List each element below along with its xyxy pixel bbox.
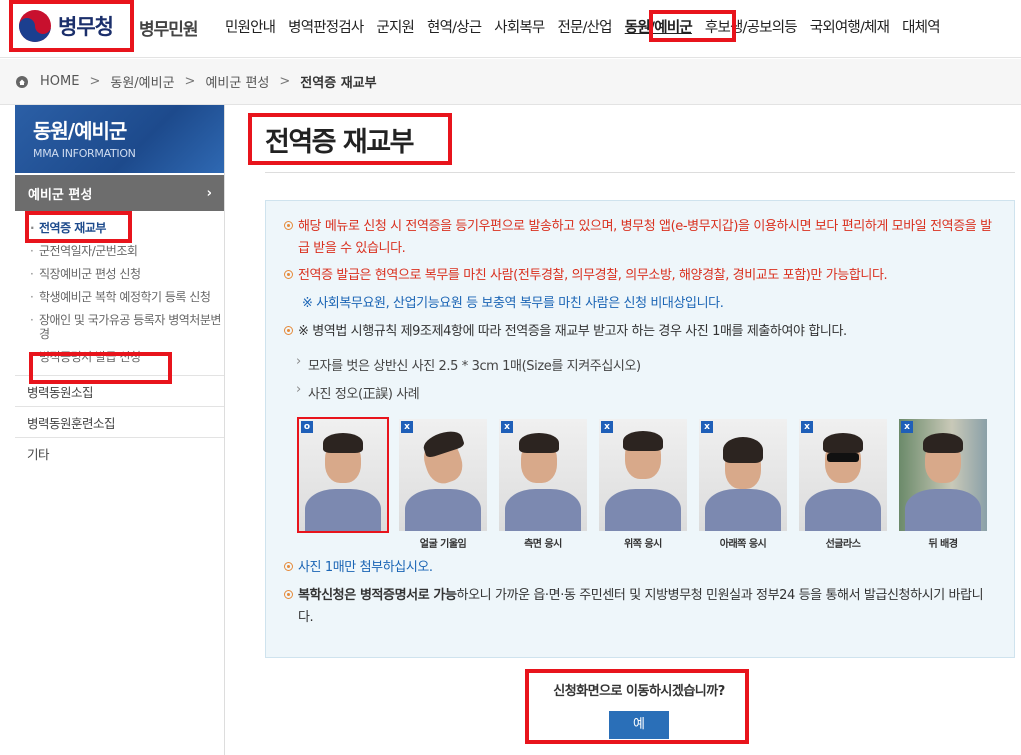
photo-example-tilted: x 얼굴 기울임 [399, 419, 487, 550]
nav-item[interactable]: 국외여행/체재 [810, 16, 890, 37]
wrong-icon: x [601, 421, 613, 433]
photo-caption: 뒤 배경 [928, 539, 958, 550]
wrong-icon: x [801, 421, 813, 433]
photo-examples-label: 사진 정오(正誤) 사례 [296, 382, 420, 402]
nav-item[interactable]: 민원안내 [225, 16, 276, 37]
apply-confirm: 신청화면으로 이동하시겠습니까? 예 [528, 672, 750, 742]
breadcrumb: HOME > 동원/예비군 > 예비군 편성 > 전역증 재교부 [0, 59, 1021, 105]
wrong-icon: x [901, 421, 913, 433]
confirm-question: 신청화면으로 이동하시겠습니까? [553, 684, 725, 699]
photo-caption [299, 535, 387, 549]
sidebar-category-reserve[interactable]: 예비군 편성 › [15, 175, 224, 211]
breadcrumb-separator: > [279, 74, 291, 89]
breadcrumb-current: 전역증 재교부 [300, 76, 377, 91]
breadcrumb-level2[interactable]: 예비군 편성 [205, 72, 269, 91]
logo-text: 병무청 [58, 15, 114, 39]
sample-photo: x [499, 419, 587, 531]
notice-text: ※ 병역법 시행규칙 제9조제4항에 따라 전역증을 재교부 받고자 하는 경우… [298, 324, 847, 339]
photo-caption: 얼굴 기울임 [419, 539, 467, 550]
sidebar-subtitle: MMA INFORMATION [33, 147, 136, 160]
sidebar-item-military-certificate[interactable]: 병적증명서 발급 신청 [29, 350, 224, 364]
breadcrumb-separator: > [89, 74, 101, 89]
taegeuk-emblem-icon [19, 10, 51, 42]
sidebar: 동원/예비군 MMA INFORMATION 예비군 편성 › 전역증 재교부 … [15, 105, 225, 755]
mma-logo[interactable]: 병무청 [18, 6, 130, 46]
sidebar-item-discharge-lookup[interactable]: 군전역일자/군번조회 [29, 244, 224, 258]
sample-photo: x [799, 419, 887, 531]
sample-photo: x [599, 419, 687, 531]
sample-photo: x [899, 419, 987, 531]
sample-photo: x [399, 419, 487, 531]
bullet-icon [284, 221, 293, 230]
sidebar-submenu: 전역증 재교부 군전역일자/군번조회 직장예비군 편성 신청 학생예비군 복학 … [15, 211, 224, 375]
photo-examples: o x 얼굴 기울임 x 측면 응시 x 위쪽 응시 x 아래쪽 응시 x 선글… [297, 417, 995, 550]
sidebar-item-mobilization-call[interactable]: 병력동원소집 [15, 375, 224, 406]
nav-item[interactable]: 대체역 [902, 16, 940, 37]
notice-text: 전역증 발급은 현역으로 복무를 마친 사람(전투경찰, 의무경찰, 의무소방,… [298, 268, 888, 283]
notice-photo-requirement: ※ 병역법 시행규칙 제9조제4항에 따라 전역증을 재교부 받고자 하는 경우… [284, 321, 998, 343]
photo-example-up: x 위쪽 응시 [599, 419, 687, 550]
notice-bold-text: 병적증명서로 가능 [359, 588, 457, 603]
breadcrumb-separator: > [184, 74, 196, 89]
photo-example-sunglasses: x 선글라스 [799, 419, 887, 550]
photo-caption: 위쪽 응시 [624, 539, 662, 550]
breadcrumb-home[interactable]: HOME [40, 74, 79, 89]
notice-text: 사진 1매만 첨부하십시오. [298, 560, 433, 575]
nav-item[interactable]: 사회복무 [494, 16, 545, 37]
site-header: 병무청 병무민원 민원안내 병역판정검사 군지원 현역/상근 사회복무 전문/산… [0, 0, 1021, 58]
nav-item[interactable]: 병역판정검사 [288, 16, 364, 37]
breadcrumb-level1[interactable]: 동원/예비군 [110, 72, 174, 91]
notice-one-photo: 사진 1매만 첨부하십시오. [284, 557, 998, 579]
sidebar-item-etc[interactable]: 기타 [15, 437, 224, 468]
nav-item[interactable]: 현역/상근 [427, 16, 482, 37]
wrong-icon: x [401, 421, 413, 433]
notice-reenrollment: 복학신청은 병적증명서로 가능하오니 가까운 읍·면·동 주민센터 및 지방병무… [284, 585, 998, 629]
bullet-icon [284, 562, 293, 571]
sidebar-title: 동원/예비군 [33, 119, 127, 143]
wrong-icon: x [501, 421, 513, 433]
notice-text: 해당 메뉴로 신청 시 전역증을 등기우편으로 발송하고 있으며, 병무청 앱(… [298, 219, 992, 256]
sidebar-item-reissue[interactable]: 전역증 재교부 [29, 221, 224, 235]
info-box: 해당 메뉴로 신청 시 전역증을 등기우편으로 발송하고 있으며, 병무청 앱(… [265, 200, 1015, 658]
bullet-icon [284, 590, 293, 599]
nav-item[interactable]: 후보생/공보의등 [705, 16, 798, 37]
sidebar-item-workplace-reserve[interactable]: 직장예비군 편성 신청 [29, 267, 224, 281]
photo-example-background: x 뒤 배경 [899, 419, 987, 550]
sidebar-category-label: 예비군 편성 [28, 187, 93, 203]
photo-example-side: x 측면 응시 [499, 419, 587, 550]
sidebar-title-banner: 동원/예비군 MMA INFORMATION [15, 105, 224, 173]
chevron-right-icon: › [206, 185, 212, 201]
correct-icon: o [301, 421, 313, 433]
site-name[interactable]: 병무민원 [139, 15, 199, 40]
nav-item-mobilization-active[interactable]: 동원/예비군 [625, 16, 693, 37]
sidebar-item-disability-change[interactable]: 장애인 및 국가유공 등록자 병역처분변경 [29, 313, 224, 341]
photo-caption: 선글라스 [825, 539, 861, 550]
photo-caption: 아래쪽 응시 [719, 539, 767, 550]
global-navigation: 민원안내 병역판정검사 군지원 현역/상근 사회복무 전문/산업 동원/예비군 … [225, 16, 953, 37]
photo-example-down: x 아래쪽 응시 [699, 419, 787, 550]
wrong-icon: x [701, 421, 713, 433]
page-title: 전역증 재교부 [265, 127, 414, 158]
home-icon[interactable] [16, 75, 28, 88]
bullet-icon [284, 326, 293, 335]
sidebar-item-student-reserve[interactable]: 학생예비군 복학 예정학기 등록 신청 [29, 290, 224, 304]
title-divider [265, 172, 1015, 173]
bullet-icon [284, 270, 293, 279]
yes-button[interactable]: 예 [609, 711, 669, 739]
notice-mobile-id: 해당 메뉴로 신청 시 전역증을 등기우편으로 발송하고 있으며, 병무청 앱(… [284, 216, 998, 260]
notice-ineligible-note: ※ 사회복무요원, 산업기능요원 등 보충역 복무를 마친 사람은 신청 비대상… [302, 296, 724, 311]
photo-example-correct: o [297, 417, 389, 549]
notice-bold-text: 복학신청은 [298, 588, 360, 603]
nav-item[interactable]: 전문/산업 [557, 16, 612, 37]
nav-item[interactable]: 군지원 [376, 16, 414, 37]
sidebar-item-mobilization-training[interactable]: 병력동원훈련소집 [15, 406, 224, 437]
notice-eligibility: 전역증 발급은 현역으로 복무를 마친 사람(전투경찰, 의무경찰, 의무소방,… [284, 265, 998, 287]
sample-photo: x [699, 419, 787, 531]
photo-size-rule: 모자를 벗은 상반신 사진 2.5 * 3cm 1매(Size를 지켜주십시오) [296, 354, 641, 374]
sample-photo: o [297, 417, 389, 533]
photo-caption: 측면 응시 [524, 539, 562, 550]
